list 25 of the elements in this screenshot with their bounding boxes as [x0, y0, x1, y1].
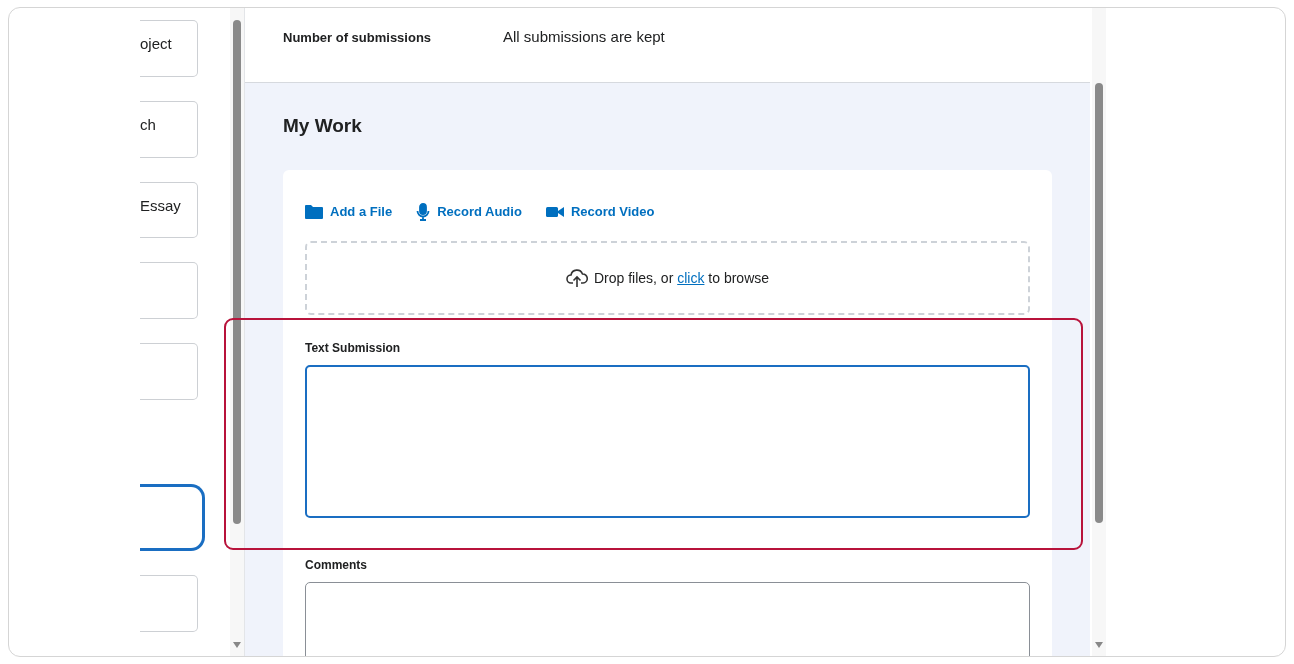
sidebar-card[interactable]: Essay [140, 181, 198, 239]
drop-files-text: Drop files, or click to browse [593, 268, 770, 288]
microphone-icon [416, 202, 431, 221]
detail-label: Number of submissions [283, 29, 433, 47]
scroll-down-arrow-icon[interactable] [1095, 642, 1103, 648]
folder-icon [305, 204, 323, 219]
detail-value: All submissions are kept [503, 27, 665, 47]
sidebar-card[interactable] [140, 484, 205, 552]
media-link[interactable]: Record Video [545, 201, 655, 222]
media-link[interactable]: Record Audio [416, 201, 522, 222]
text-area-field[interactable] [305, 365, 1030, 519]
field-label: Text Submission [305, 340, 401, 358]
media-link[interactable]: Add a File [305, 201, 393, 222]
section-title: My Work [283, 115, 363, 138]
scrollbar-thumb[interactable] [233, 20, 241, 524]
browse-link[interactable]: click [677, 269, 705, 286]
sidebar-card[interactable]: ch [140, 100, 198, 158]
sidebar-card[interactable]: oject [140, 20, 198, 77]
scrollbar[interactable] [1092, 8, 1106, 656]
scrollbar-thumb[interactable] [1095, 83, 1103, 523]
video-camera-icon [545, 205, 564, 218]
scrollbar[interactable] [230, 8, 244, 656]
cloud-upload-icon [565, 268, 588, 289]
field-label: Comments [305, 557, 367, 575]
file-drop-zone[interactable]: Drop files, or click to browse [305, 241, 1030, 316]
